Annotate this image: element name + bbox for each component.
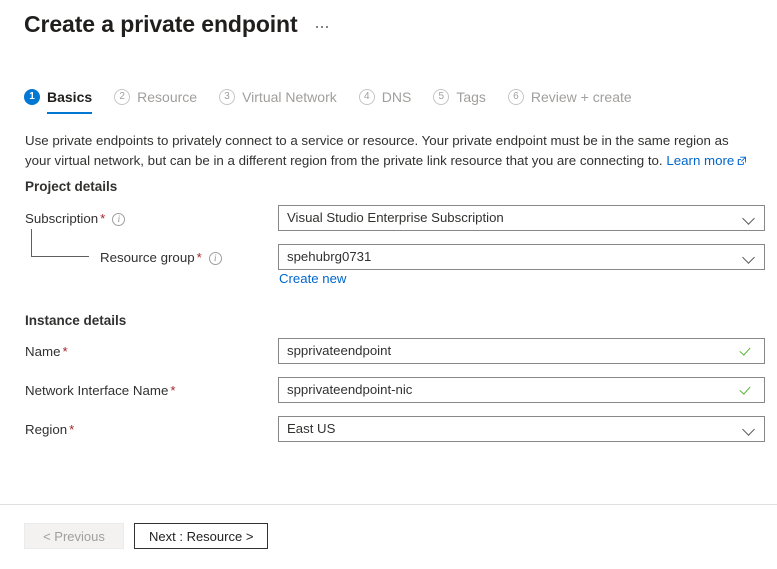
- resource-group-info-icon[interactable]: i: [209, 252, 222, 265]
- page-description: Use private endpoints to privately conne…: [25, 131, 755, 171]
- tab-resource[interactable]: 2 Resource: [114, 88, 197, 114]
- wizard-footer: < Previous Next : Resource >: [24, 523, 268, 549]
- region-row: Region* East US: [0, 416, 777, 444]
- subscription-info-icon[interactable]: i: [112, 213, 125, 226]
- create-new-resource-group-link[interactable]: Create new: [279, 271, 346, 286]
- region-required-mark: *: [69, 422, 74, 437]
- network-interface-name-input[interactable]: spprivateendpoint-nic: [278, 377, 765, 403]
- tab-dns[interactable]: 4 DNS: [359, 88, 412, 114]
- project-details-heading: Project details: [25, 179, 117, 194]
- chevron-down-icon: [742, 422, 756, 436]
- tab-number-6: 6: [508, 89, 524, 105]
- create-private-endpoint-page: Create a private endpoint 1 Basics 2 Res…: [0, 0, 777, 569]
- region-value: East US: [287, 417, 742, 441]
- resource-group-row: Resource group* i spehubrg0731: [0, 244, 777, 272]
- tab-number-1: 1: [24, 89, 40, 105]
- footer-divider: [0, 504, 777, 505]
- region-label: Region*: [25, 416, 74, 444]
- resource-group-required-mark: *: [197, 250, 202, 265]
- tab-label-resource: Resource: [137, 88, 197, 106]
- subscription-required-mark: *: [100, 211, 105, 226]
- network-interface-name-label-text: Network Interface Name: [25, 383, 168, 398]
- tab-number-3: 3: [219, 89, 235, 105]
- resource-group-value: spehubrg0731: [287, 245, 742, 269]
- previous-button[interactable]: < Previous: [24, 523, 124, 549]
- subscription-label-text: Subscription: [25, 211, 98, 226]
- tab-label-dns: DNS: [382, 88, 412, 106]
- description-text: Use private endpoints to privately conne…: [25, 133, 729, 168]
- network-interface-name-row: Network Interface Name* spprivateendpoin…: [0, 377, 777, 405]
- learn-more-link[interactable]: Learn more: [666, 153, 747, 168]
- more-options-icon[interactable]: [312, 20, 333, 35]
- subscription-row: Subscription* i Visual Studio Enterprise …: [0, 205, 777, 233]
- resource-group-dropdown[interactable]: spehubrg0731: [278, 244, 765, 270]
- valid-check-icon: [740, 383, 755, 397]
- tab-label-review-create: Review + create: [531, 88, 632, 106]
- instance-details-heading: Instance details: [25, 313, 126, 328]
- tab-number-2: 2: [114, 89, 130, 105]
- resource-group-label-text: Resource group: [100, 250, 195, 265]
- chevron-down-icon: [742, 250, 756, 264]
- tab-label-virtual-network: Virtual Network: [242, 88, 337, 106]
- region-label-text: Region: [25, 422, 67, 437]
- learn-more-label: Learn more: [666, 153, 734, 168]
- name-row: Name* spprivateendpoint: [0, 338, 777, 366]
- subscription-dropdown[interactable]: Visual Studio Enterprise Subscription: [278, 205, 765, 231]
- valid-check-icon: [740, 344, 755, 358]
- name-value: spprivateendpoint: [287, 339, 740, 363]
- tab-label-basics: Basics: [47, 88, 92, 106]
- active-tab-underline: [47, 112, 92, 115]
- tab-virtual-network[interactable]: 3 Virtual Network: [219, 88, 337, 114]
- network-interface-name-required-mark: *: [170, 383, 175, 398]
- region-dropdown[interactable]: East US: [278, 416, 765, 442]
- tab-basics[interactable]: 1 Basics: [24, 88, 92, 114]
- resource-group-label: Resource group* i: [100, 244, 222, 272]
- tab-label-tags: Tags: [456, 88, 486, 106]
- next-resource-button[interactable]: Next : Resource >: [134, 523, 268, 549]
- external-link-icon: [737, 156, 747, 166]
- name-required-mark: *: [62, 344, 67, 359]
- tab-tags[interactable]: 5 Tags: [433, 88, 486, 114]
- page-header: Create a private endpoint: [24, 8, 332, 40]
- tab-number-5: 5: [433, 89, 449, 105]
- wizard-tabs: 1 Basics 2 Resource 3 Virtual Network 4 …: [24, 88, 654, 114]
- page-title: Create a private endpoint: [24, 8, 298, 40]
- subscription-value: Visual Studio Enterprise Subscription: [287, 206, 742, 230]
- tab-number-4: 4: [359, 89, 375, 105]
- network-interface-name-value: spprivateendpoint-nic: [287, 378, 740, 402]
- chevron-down-icon: [742, 211, 756, 225]
- network-interface-name-label: Network Interface Name*: [25, 377, 176, 405]
- tab-review-create[interactable]: 6 Review + create: [508, 88, 632, 114]
- name-label: Name*: [25, 338, 68, 366]
- name-input[interactable]: spprivateendpoint: [278, 338, 765, 364]
- name-label-text: Name: [25, 344, 60, 359]
